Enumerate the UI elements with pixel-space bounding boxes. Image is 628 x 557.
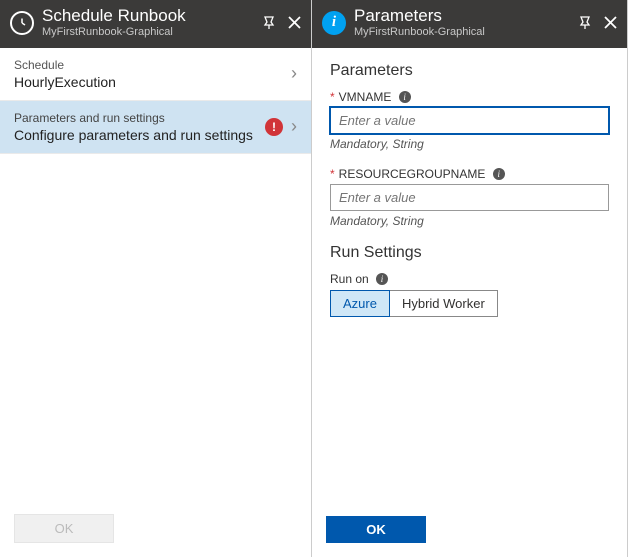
rgname-hint: Mandatory, String: [330, 214, 609, 228]
run-on-label: Run on i: [330, 272, 609, 286]
schedule-value: HourlyExecution: [14, 74, 291, 90]
close-icon[interactable]: [604, 16, 617, 29]
blade-header: Schedule Runbook MyFirstRunbook-Graphica…: [0, 0, 311, 48]
run-settings-section-title: Run Settings: [330, 244, 609, 262]
vmname-input[interactable]: [330, 107, 609, 134]
required-asterisk: *: [330, 167, 335, 181]
rgname-label: *RESOURCEGROUPNAME i: [330, 167, 609, 181]
blade-title: Schedule Runbook: [42, 6, 262, 26]
run-on-toggle: Azure Hybrid Worker: [330, 290, 609, 317]
rgname-input[interactable]: [330, 184, 609, 211]
parameters-row[interactable]: Parameters and run settings Configure pa…: [0, 101, 311, 154]
params-value: Configure parameters and run settings: [14, 127, 265, 143]
clock-icon: [10, 11, 34, 35]
chevron-right-icon: ›: [291, 63, 297, 84]
info-icon[interactable]: i: [493, 168, 505, 180]
schedule-label: Schedule: [14, 58, 291, 72]
parameters-blade: i Parameters MyFirstRunbook-Graphical Pa…: [312, 0, 628, 557]
vmname-hint: Mandatory, String: [330, 137, 609, 151]
chevron-right-icon: ›: [291, 116, 297, 137]
schedule-runbook-blade: Schedule Runbook MyFirstRunbook-Graphica…: [0, 0, 312, 557]
blade-title: Parameters: [354, 6, 578, 26]
close-icon[interactable]: [288, 16, 301, 29]
pin-icon[interactable]: [262, 16, 276, 30]
parameters-section-title: Parameters: [330, 62, 609, 80]
toggle-azure[interactable]: Azure: [330, 290, 390, 317]
vmname-label: *VMNAME i: [330, 90, 609, 104]
toggle-hybrid[interactable]: Hybrid Worker: [390, 290, 498, 317]
params-label: Parameters and run settings: [14, 111, 265, 125]
blade-header: i Parameters MyFirstRunbook-Graphical: [312, 0, 627, 48]
required-asterisk: *: [330, 90, 335, 104]
ok-button[interactable]: OK: [326, 516, 426, 543]
schedule-row[interactable]: Schedule HourlyExecution ›: [0, 48, 311, 101]
ok-button[interactable]: OK: [14, 514, 114, 543]
info-icon[interactable]: i: [399, 91, 411, 103]
error-icon: !: [265, 118, 283, 136]
info-icon[interactable]: i: [376, 273, 388, 285]
info-icon: i: [322, 11, 346, 35]
blade-subtitle: MyFirstRunbook-Graphical: [354, 26, 578, 39]
blade-subtitle: MyFirstRunbook-Graphical: [42, 26, 262, 39]
pin-icon[interactable]: [578, 16, 592, 30]
